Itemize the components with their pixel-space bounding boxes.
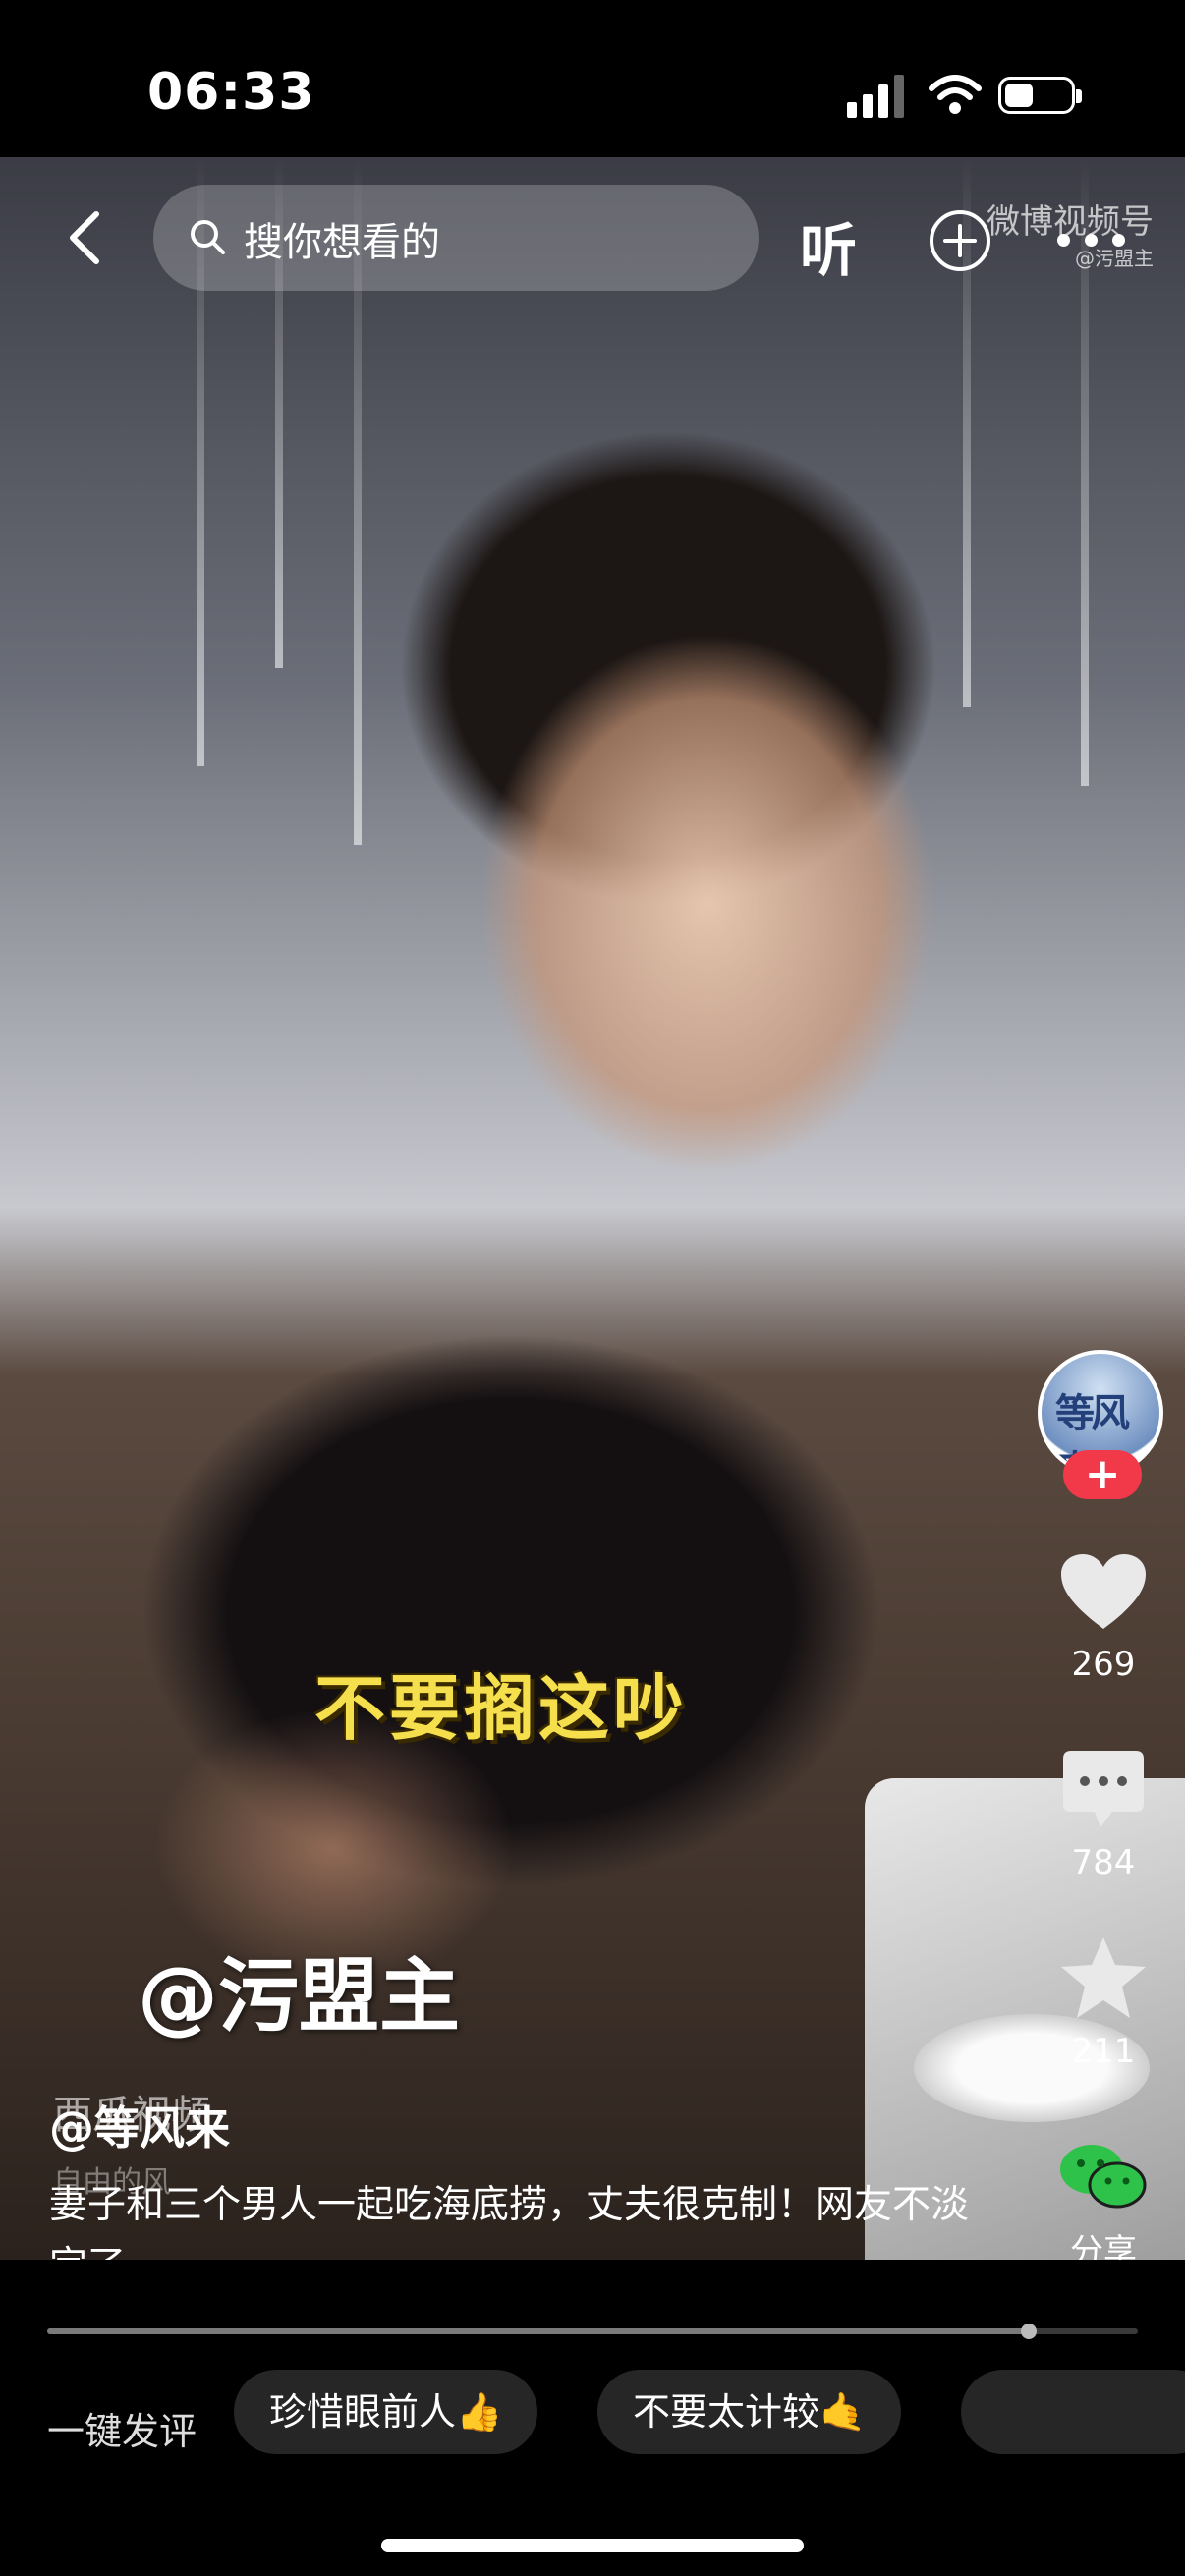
top-bar: 搜你想看的 听 bbox=[0, 185, 1185, 293]
signal-icon bbox=[847, 75, 906, 118]
bottom-panel: 一键发评 珍惜眼前人👍 不要太计较🤙 bbox=[0, 2260, 1185, 2576]
more-icon[interactable] bbox=[1057, 234, 1126, 248]
playback-progress[interactable] bbox=[47, 2324, 1138, 2339]
favorite-count: 211 bbox=[1071, 2032, 1136, 2071]
status-bar: 06:33 bbox=[0, 0, 1185, 157]
video-subtitle: 不要搁这吵 bbox=[314, 1667, 689, 1750]
share-button[interactable]: 分享 bbox=[1022, 2142, 1185, 2272]
progress-fill bbox=[47, 2328, 1029, 2334]
quick-comment-chip-partial[interactable] bbox=[961, 2370, 1185, 2454]
status-time: 06:33 bbox=[147, 63, 315, 122]
battery-icon bbox=[998, 77, 1082, 114]
wechat-icon bbox=[1060, 2145, 1147, 2209]
home-indicator[interactable] bbox=[381, 2539, 804, 2552]
comment-icon bbox=[1063, 1751, 1144, 1827]
video-watermark: @污盟主 bbox=[138, 1950, 461, 2044]
quick-comment-label: 一键发评 bbox=[47, 2410, 198, 2453]
star-icon bbox=[1061, 1937, 1146, 2018]
follow-button[interactable]: + bbox=[1063, 1450, 1142, 1499]
favorite-button[interactable]: 211 bbox=[1022, 1935, 1185, 2071]
like-count: 269 bbox=[1071, 1645, 1136, 1684]
like-button[interactable]: 269 bbox=[1022, 1552, 1185, 1684]
comment-button[interactable]: 784 bbox=[1022, 1749, 1185, 1882]
wifi-icon bbox=[929, 75, 982, 114]
author-name[interactable]: @等风来 bbox=[49, 2093, 230, 2157]
add-icon[interactable] bbox=[928, 208, 992, 273]
search-bar[interactable]: 搜你想看的 bbox=[153, 185, 759, 291]
listen-button[interactable]: 听 bbox=[800, 204, 857, 287]
quick-comment-chip[interactable]: 不要太计较🤙 bbox=[597, 2370, 902, 2454]
quick-comment-chip[interactable]: 珍惜眼前人👍 bbox=[234, 2370, 538, 2454]
follow-label: + bbox=[1084, 1449, 1121, 1499]
progress-knob[interactable] bbox=[1021, 2324, 1037, 2339]
search-icon bbox=[191, 220, 225, 254]
comment-count: 784 bbox=[1071, 1843, 1136, 1882]
video-player[interactable]: 微博视频号 @污盟主 不要搁这吵 @污盟主 西瓜视频 自由的风 bbox=[0, 157, 1185, 2260]
back-icon[interactable] bbox=[57, 208, 116, 267]
search-placeholder: 搜你想看的 bbox=[244, 220, 440, 265]
heart-icon bbox=[1061, 1554, 1146, 1629]
